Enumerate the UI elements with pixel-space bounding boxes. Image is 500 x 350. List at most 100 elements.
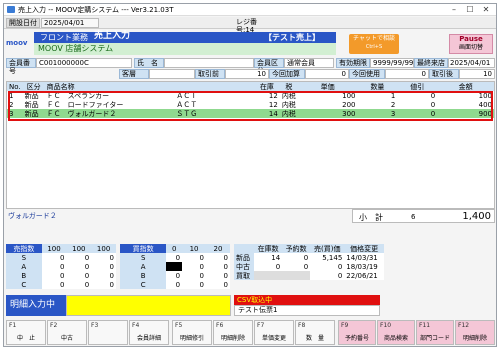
subtotal-qty: 6 — [411, 213, 416, 221]
last-visit-field: 2025/04/01 — [448, 58, 495, 68]
name-label: 氏 名 — [134, 58, 164, 68]
sell-index-h3: 100 — [91, 244, 116, 253]
fkey-number: F6 — [216, 322, 224, 329]
mode-label: 【テスト売上】 — [264, 33, 320, 42]
moov-logo: moov — [6, 39, 28, 47]
stock-info-table: 在庫数 予約数 売(買)価 価格変更 新品 14 0 5,145 14/03/31 中古… — [234, 244, 384, 280]
buy-index-header: 買指数 0 10 20 — [120, 244, 230, 253]
stock-count: 0 — [275, 262, 281, 271]
chat-button[interactable]: チャットで相談 Ctrl+S — [349, 34, 399, 54]
fkey-label: 商品検索 — [383, 335, 408, 342]
f3-button[interactable]: F3 — [88, 320, 128, 345]
stock-info-row: 新品 14 0 5,145 14/03/31 — [234, 253, 384, 262]
register-number: レジ番号:14 — [236, 18, 257, 34]
function-key-bar: F1 中 止 F2 中古 F3 F4 会員詳細 F5 明細修引 F6 明細削除 F7 単価変… — [6, 320, 495, 346]
sell-index-h2: 100 — [66, 244, 92, 253]
maximize-button[interactable]: ☐ — [462, 4, 478, 15]
f11-button[interactable]: F11 部門コード — [416, 320, 454, 345]
chat-button-label: チャットで相談 — [353, 35, 395, 42]
buy-index-h3: 20 — [206, 244, 230, 253]
stock-info-row: 買取 0 22/06/21 — [234, 271, 384, 280]
fkey-number: F12 — [458, 322, 470, 329]
fkey-label: 会員詳細 — [136, 335, 161, 342]
stock-info-h2: 予約数 — [285, 244, 307, 253]
f1-button[interactable]: F1 中 止 — [6, 320, 46, 345]
buy-cell: 0 — [199, 280, 205, 289]
name-field[interactable] — [164, 58, 254, 68]
stock-count — [254, 271, 283, 280]
sell-cell: 0 — [109, 262, 114, 271]
sell-index-row: A 0 0 0 — [6, 262, 116, 271]
fkey-number: F10 — [380, 322, 392, 329]
f9-button[interactable]: F9 予約番号 — [338, 320, 376, 345]
sell-grade: C — [6, 280, 42, 289]
pause-label: Pause — [459, 35, 483, 43]
col-price: 単価 — [320, 82, 335, 91]
reserve-count — [282, 271, 311, 280]
detail-input-status: 明細入力中 — [6, 295, 66, 316]
buy-cell: 0 — [199, 262, 205, 271]
open-date-value: 2025/04/01 — [41, 18, 99, 28]
sell-grade: A — [6, 262, 42, 271]
buy-cell: 0 — [175, 280, 181, 289]
reserve-count: 0 — [303, 253, 309, 262]
buy-grade: S — [120, 253, 167, 262]
buy-index-row: A 0 0 — [120, 262, 230, 271]
points-add-label: 今回加算 — [269, 69, 305, 79]
col-maker — [174, 82, 254, 91]
points-use-label: 今回使用 — [349, 69, 385, 79]
f8-button[interactable]: F8 数 量 — [295, 320, 335, 345]
guest-type-field[interactable] — [149, 69, 195, 79]
sell-cell: 0 — [59, 253, 65, 262]
sell-index-h1: 100 — [41, 244, 67, 253]
f6-button[interactable]: F6 明細削除 — [213, 320, 253, 345]
csv-import-status: CSV取込中 — [234, 295, 380, 305]
close-button[interactable]: ✕ — [478, 4, 494, 15]
stock-info-h1: 在庫数 — [257, 244, 279, 253]
sell-index-row: C 0 0 0 — [6, 280, 116, 289]
fkey-label: 明細削除 — [462, 335, 487, 342]
subtotal-amount: 1,400 — [462, 211, 491, 222]
header-bar: フロント業務 売上入力 【テスト売上】 — [34, 31, 336, 43]
col-no: No. — [9, 82, 21, 91]
col-name: 商品名称 — [46, 82, 75, 91]
col-qty: 数量 — [370, 82, 385, 91]
txn-before-value: 10 — [225, 69, 269, 79]
sell-cell: 0 — [84, 253, 90, 262]
f5-button[interactable]: F5 明細修引 — [172, 320, 212, 345]
expiry-label: 有効期限 — [336, 58, 370, 68]
buy-cell-current — [166, 262, 183, 271]
buy-index-row: C000 — [120, 280, 230, 289]
sell-cell: 0 — [109, 280, 114, 289]
f7-button[interactable]: F7 単価変更 — [254, 320, 294, 345]
buy-index-h1: 0 — [166, 244, 183, 253]
f10-button[interactable]: F10 商品検索 — [377, 320, 415, 345]
sell-cell: 0 — [109, 271, 114, 280]
f2-button[interactable]: F2 中古 — [47, 320, 87, 345]
fkey-label: 部門コード — [419, 335, 450, 342]
fkey-number: F8 — [298, 322, 306, 329]
member-no-field[interactable]: C001000000C — [36, 58, 132, 68]
points-add-value: 0 — [305, 69, 349, 79]
fkey-label: 中 止 — [16, 335, 35, 342]
barcode-input[interactable] — [66, 295, 231, 316]
sell-cell: 0 — [109, 253, 114, 262]
member-type-label: 会員区分 — [254, 58, 284, 75]
items-table-header: No. 区分 商品名称 在庫 税 単価 数量 値引 金額 — [7, 82, 494, 91]
buy-cell: 0 — [223, 253, 228, 262]
buy-index-title: 買指数 — [120, 244, 167, 253]
buy-cell: 0 — [199, 271, 205, 280]
minimize-button[interactable]: – — [446, 4, 462, 15]
items-highlight-box — [8, 91, 493, 121]
member-type-field: 通常会員 — [284, 58, 334, 68]
txn-before-label: 取引前 — [195, 69, 225, 79]
f12-button[interactable]: F12 明細削除 — [455, 320, 495, 345]
txn-after-value: 10 — [459, 69, 495, 79]
sell-index-title: 売指数 — [6, 244, 42, 253]
fkey-label: 単価変更 — [261, 335, 286, 342]
buy-grade: C — [120, 280, 167, 289]
f4-button[interactable]: F4 会員詳細 — [129, 320, 169, 345]
sell-price: 5,145 — [322, 253, 343, 262]
app-icon — [7, 6, 15, 13]
pause-button[interactable]: Pause 画面切替 — [449, 34, 493, 54]
